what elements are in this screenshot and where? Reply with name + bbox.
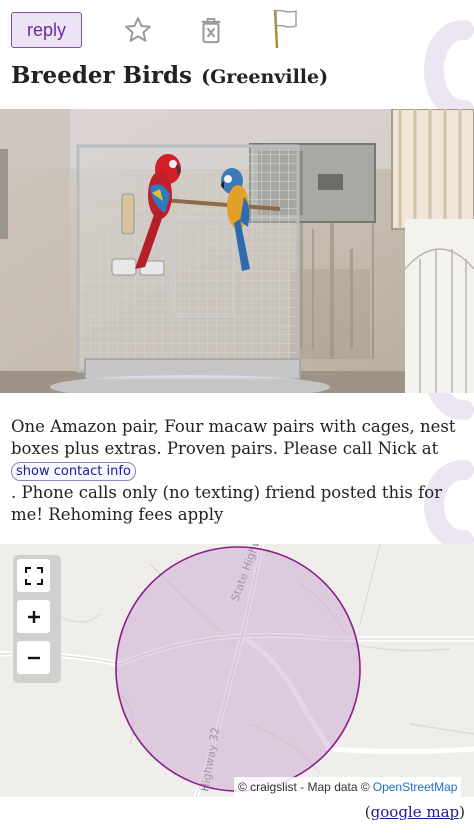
star-icon[interactable] xyxy=(118,10,158,50)
title-text: Breeder Birds xyxy=(11,62,192,89)
posting-body: One Amazon pair, Four macaw pairs with c… xyxy=(11,416,466,526)
posting-photo[interactable] xyxy=(0,109,474,393)
post-toolbar: reply xyxy=(0,0,474,58)
location-map[interactable]: State Highway Highway 32 xyxy=(0,544,474,797)
google-map-row: (google map) xyxy=(364,803,465,821)
title-location: (Greenville) xyxy=(201,66,329,88)
show-contact-info-button[interactable]: show contact info xyxy=(11,462,136,481)
body-text-before: One Amazon pair, Four macaw pairs with c… xyxy=(11,417,456,458)
attribution-text: © craigslist - Map data © xyxy=(238,780,370,794)
flag-icon[interactable] xyxy=(264,8,304,49)
trash-icon[interactable] xyxy=(191,10,231,50)
fullscreen-icon[interactable] xyxy=(17,559,50,592)
reply-button[interactable]: reply xyxy=(11,12,82,48)
body-text-after: . Phone calls only (no texting) friend p… xyxy=(11,483,443,524)
posting-title: Breeder Birds (Greenville) xyxy=(11,62,328,89)
openstreetmap-link[interactable]: OpenStreetMap xyxy=(373,780,458,794)
map-controls xyxy=(13,555,61,683)
location-radius-circle xyxy=(115,546,361,792)
zoom-in-icon[interactable] xyxy=(17,600,50,633)
zoom-out-icon[interactable] xyxy=(17,641,50,674)
map-attribution: © craigslist - Map data © OpenStreetMap xyxy=(234,777,462,797)
google-map-link[interactable]: google map xyxy=(371,803,459,821)
